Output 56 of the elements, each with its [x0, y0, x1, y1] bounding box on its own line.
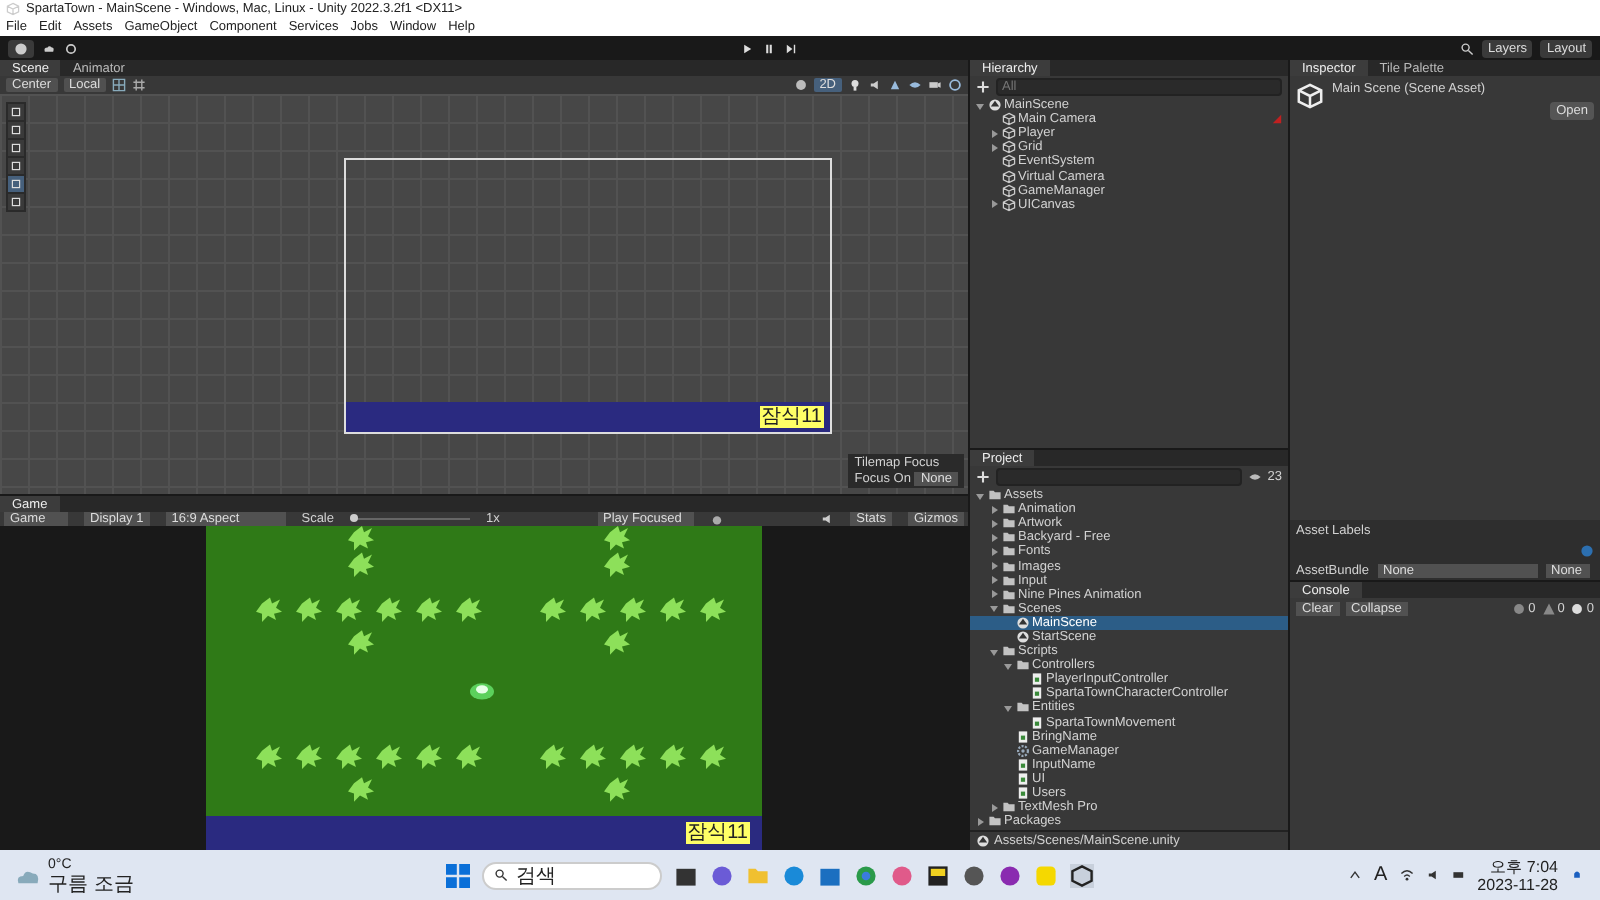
info-icon[interactable] [1570, 601, 1585, 615]
tool-button[interactable] [8, 104, 24, 120]
tool-button[interactable] [8, 176, 24, 192]
notes-icon[interactable] [926, 863, 950, 887]
taskbar-search[interactable]: 검색 [482, 861, 662, 889]
task-view-icon[interactable] [674, 863, 698, 887]
lightbulb-icon[interactable] [848, 78, 862, 92]
windows-logo-icon[interactable] [446, 863, 470, 887]
expand-arrow-icon[interactable] [1002, 659, 1014, 672]
input-method-indicator[interactable]: A [1374, 864, 1388, 886]
tool-button[interactable] [8, 122, 24, 138]
pause-icon[interactable] [761, 41, 776, 55]
name-label: 잠식11 [685, 822, 750, 844]
search-field[interactable] [996, 468, 1242, 486]
speaker-icon[interactable] [1425, 868, 1440, 882]
unity-logo-icon [988, 98, 1002, 113]
expand-arrow-icon[interactable] [1002, 701, 1014, 714]
unity-logo-icon [6, 2, 20, 16]
wifi-icon[interactable] [1399, 868, 1414, 882]
grid-snap-icon[interactable] [112, 78, 127, 92]
cloud-icon[interactable] [42, 41, 56, 55]
expand-arrow-icon[interactable] [974, 489, 986, 502]
clock-date[interactable]: 2023-11-28 [1477, 875, 1558, 893]
eye-icon[interactable] [1247, 470, 1262, 484]
cube-icon [1296, 82, 1324, 110]
hidden-objects-icon[interactable] [908, 78, 922, 92]
tool-button[interactable] [8, 140, 24, 156]
tool-button[interactable] [8, 194, 24, 210]
step-icon[interactable] [783, 41, 798, 55]
folder-icon [1016, 700, 1030, 715]
gizmos-icon[interactable] [948, 78, 962, 92]
shading-icon[interactable] [793, 78, 808, 92]
play-icon[interactable] [739, 41, 754, 55]
scale-slider-thumb[interactable] [350, 514, 358, 522]
collapse-arrow-icon[interactable] [974, 815, 986, 828]
unity-logo-icon[interactable] [1070, 863, 1094, 887]
add-icon[interactable] [976, 470, 990, 484]
grid-icon[interactable] [132, 78, 147, 92]
chevron-up-icon[interactable] [1348, 868, 1362, 882]
collapse-arrow-icon[interactable] [988, 801, 1000, 814]
expand-arrow-icon[interactable] [988, 645, 1000, 658]
bell-icon[interactable] [1570, 868, 1584, 882]
collapse-arrow-icon[interactable] [988, 198, 1000, 211]
expand-arrow-icon[interactable] [974, 99, 986, 112]
add-icon[interactable] [976, 80, 990, 94]
tool-button[interactable] [8, 158, 24, 174]
account-icon [14, 41, 28, 55]
weather-text: 구름 조금 [48, 875, 134, 895]
settings-icon[interactable] [64, 41, 78, 55]
search-icon[interactable] [1459, 41, 1474, 55]
error-icon[interactable] [1512, 601, 1527, 615]
account-button[interactable] [8, 39, 34, 57]
gear-icon [1016, 743, 1030, 758]
name-label: 잠식11 [759, 406, 824, 428]
search-icon [494, 868, 508, 882]
clock-time[interactable]: 오후 7:04 [1490, 857, 1558, 875]
